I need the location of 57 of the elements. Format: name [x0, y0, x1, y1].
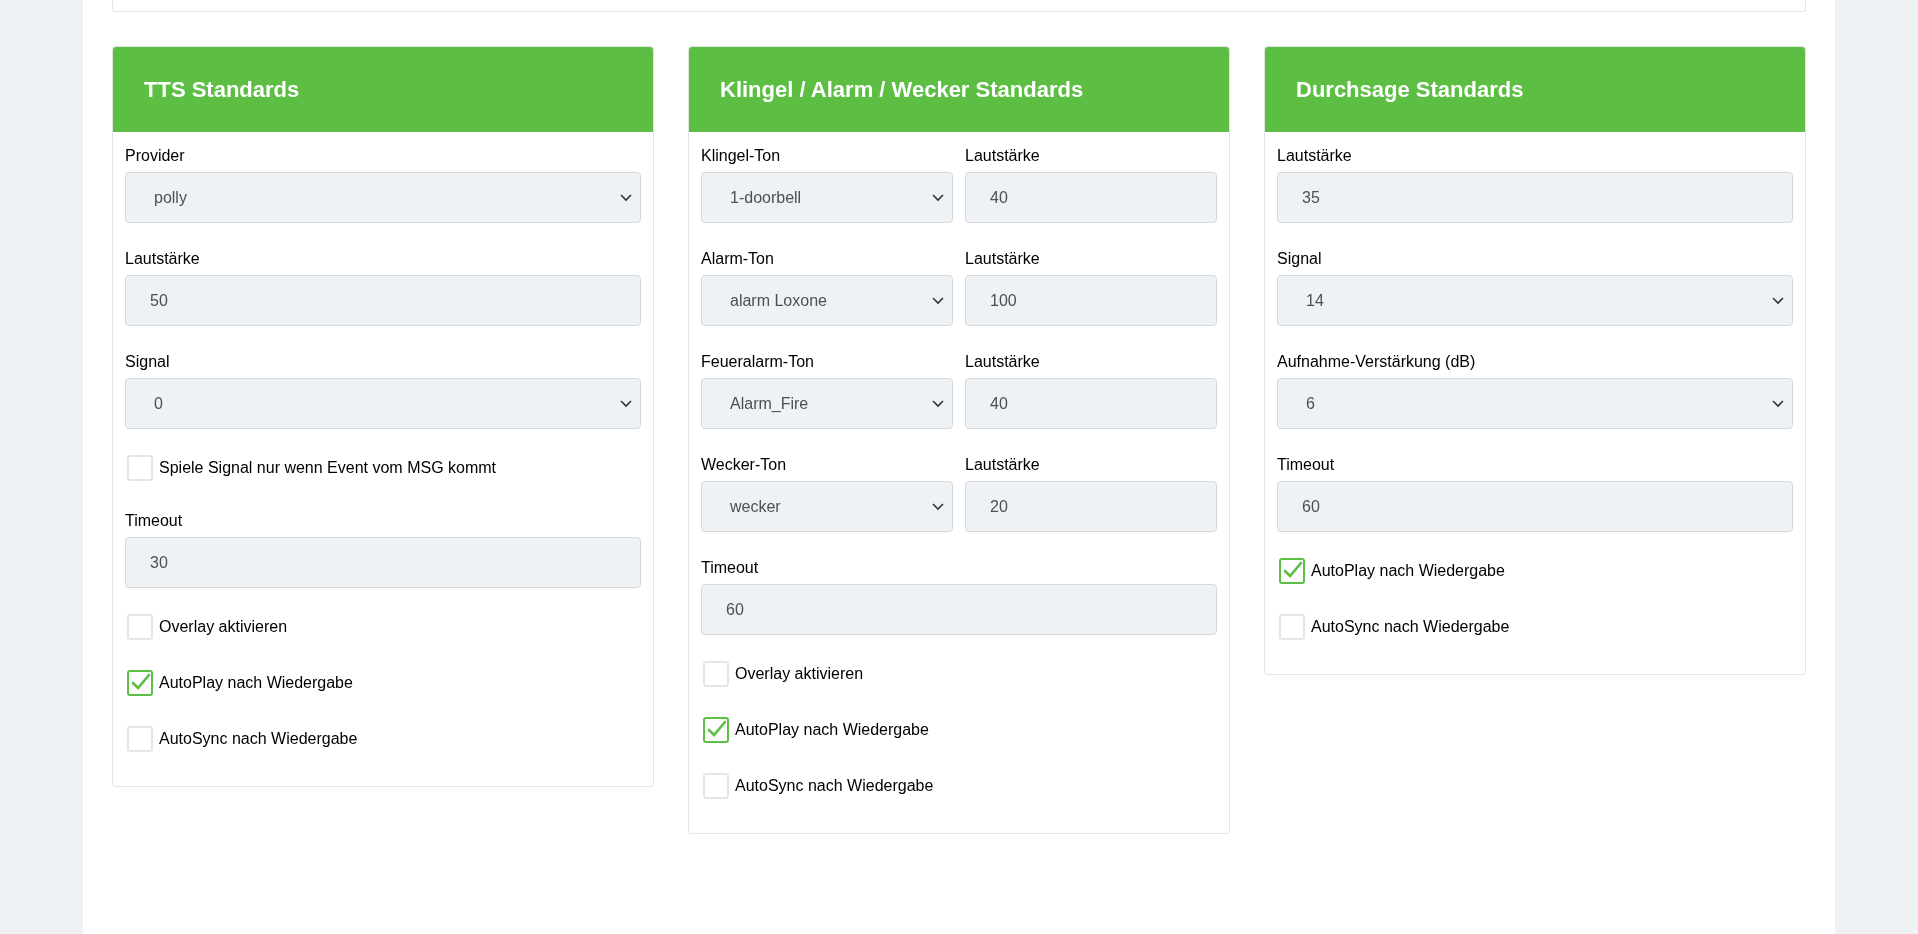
chevron-down-icon — [620, 399, 632, 408]
input-field[interactable]: 60 — [701, 584, 1217, 635]
card-title: TTS Standards — [144, 76, 300, 104]
field-label: Timeout — [125, 511, 183, 531]
field-label: Lautstärke — [965, 352, 1040, 372]
input-field[interactable]: 35 — [1277, 172, 1793, 223]
field-label: Timeout — [1277, 455, 1335, 475]
field-label: Lautstärke — [125, 249, 200, 269]
checkbox-label: Spiele Signal nur wenn Event vom MSG kommt — [159, 458, 497, 478]
field-label: Feueralarm-Ton — [701, 352, 814, 372]
field-label: Lautstärke — [965, 249, 1040, 269]
field-label: Provider — [125, 146, 185, 166]
checkbox-label: AutoSync nach Wiedergabe — [1311, 617, 1510, 637]
dropdown-field[interactable]: 0 — [125, 378, 641, 429]
checkbox-label: Overlay aktivieren — [159, 617, 288, 637]
checkbox-label: AutoPlay nach Wiedergabe — [159, 673, 353, 693]
dropdown-field[interactable]: Alarm_Fire — [701, 378, 953, 429]
dropdown-field[interactable]: wecker — [701, 481, 953, 532]
field-label: Alarm-Ton — [701, 249, 774, 269]
dropdown-field[interactable]: 1-doorbell — [701, 172, 953, 223]
dropdown-field[interactable]: 6 — [1277, 378, 1793, 429]
dropdown-field[interactable]: polly — [125, 172, 641, 223]
field-label: Timeout — [701, 558, 759, 578]
chevron-down-icon — [620, 193, 632, 202]
checkbox-label: AutoSync nach Wiedergabe — [735, 776, 934, 796]
input-field[interactable]: 100 — [965, 275, 1217, 326]
field-label: Wecker-Ton — [701, 455, 787, 475]
checkbox-label: AutoPlay nach Wiedergabe — [735, 720, 929, 740]
checkbox-label: AutoPlay nach Wiedergabe — [1311, 561, 1505, 581]
field-label: Aufnahme-Verstärkung (dB) — [1277, 352, 1476, 372]
checkbox[interactable] — [703, 717, 729, 743]
field-label: Lautstärke — [965, 455, 1040, 475]
card-title: Klingel / Alarm / Wecker Standards — [720, 76, 1084, 104]
field-label: Lautstärke — [965, 146, 1040, 166]
chevron-down-icon — [932, 399, 944, 408]
checkbox-label: AutoSync nach Wiedergabe — [159, 729, 358, 749]
chevron-down-icon — [1772, 399, 1784, 408]
field-label: Klingel-Ton — [701, 146, 781, 166]
field-label: Signal — [125, 352, 170, 372]
field-label: Signal — [1277, 249, 1322, 269]
chevron-down-icon — [932, 193, 944, 202]
dropdown-field[interactable]: alarm Loxone — [701, 275, 953, 326]
checkbox-label: Overlay aktivieren — [735, 664, 864, 684]
input-field[interactable]: 20 — [965, 481, 1217, 532]
field-label: Lautstärke — [1277, 146, 1352, 166]
dropdown-field[interactable]: 14 — [1277, 275, 1793, 326]
chevron-down-icon — [1772, 296, 1784, 305]
input-field[interactable]: 60 — [1277, 481, 1793, 532]
chevron-down-icon — [932, 502, 944, 511]
input-field[interactable]: 30 — [125, 537, 641, 588]
chevron-down-icon — [932, 296, 944, 305]
checkbox[interactable] — [1279, 558, 1305, 584]
card-title: Durchsage Standards — [1296, 76, 1524, 104]
input-field[interactable]: 40 — [965, 378, 1217, 429]
input-field[interactable]: 50 — [125, 275, 641, 326]
input-field[interactable]: 40 — [965, 172, 1217, 223]
checkbox[interactable] — [127, 670, 153, 696]
